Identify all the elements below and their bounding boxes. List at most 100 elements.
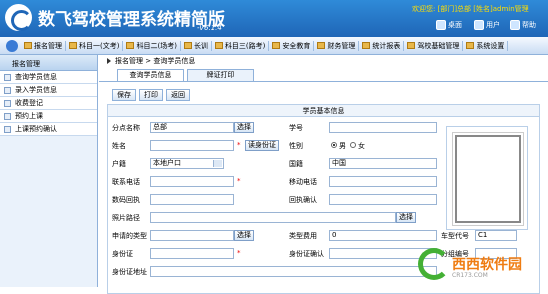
folder-icon: [272, 42, 281, 49]
car-code-label: 车型代号: [441, 232, 469, 240]
id-confirm-label: 身份证确认: [289, 250, 324, 258]
tab-print-license[interactable]: 牌证打印: [187, 69, 254, 81]
photo-placeholder: [452, 132, 524, 226]
page-icon: [4, 86, 11, 94]
user-info: 欢迎您: [部门]总部 [姓名]admin管理: [412, 5, 529, 13]
sidebar-title: 报名管理: [0, 55, 97, 71]
apply-type-field[interactable]: [150, 230, 234, 241]
back-button[interactable]: 返回: [166, 89, 190, 101]
sidebar-item-query[interactable]: 查询学员信息: [0, 71, 97, 84]
sidebar-item-entry[interactable]: 录入学员信息: [0, 84, 97, 97]
photo-path-label: 照片路径: [112, 214, 140, 222]
name-field[interactable]: [150, 140, 234, 151]
student-no-label: 学号: [289, 124, 303, 132]
mobile-field[interactable]: [329, 176, 437, 187]
help-link[interactable]: 帮助: [510, 20, 536, 30]
nav-item-subject1[interactable]: 科目一(文考): [66, 40, 124, 51]
receipt-confirm-field[interactable]: [329, 194, 437, 205]
watermark-logo: [418, 248, 450, 280]
photo-select-button[interactable]: 选择: [396, 212, 416, 223]
nav-item-settings[interactable]: 系统设置: [463, 40, 509, 51]
id-address-label: 身份证地址: [112, 268, 147, 276]
tab-query[interactable]: 查询学员信息: [117, 69, 184, 81]
app-version: -V6.1.4: [197, 24, 222, 32]
folder-icon: [407, 42, 416, 49]
mobile-label: 移动电话: [289, 178, 317, 186]
fee-type-field[interactable]: 0: [329, 230, 437, 241]
id-card-field[interactable]: [150, 248, 234, 259]
nav-item-finance[interactable]: 财务管理: [314, 40, 360, 51]
hukou-select[interactable]: 本地户口: [150, 158, 224, 169]
folder-icon: [24, 42, 32, 49]
nav-item-long-training[interactable]: 长训: [181, 40, 212, 51]
branch-field[interactable]: 总部: [150, 122, 234, 133]
id-address-field[interactable]: [150, 266, 437, 277]
nationality-field[interactable]: 中国: [329, 158, 437, 169]
sidebar-item-fee[interactable]: 收费登记: [0, 97, 97, 110]
folder-icon: [362, 42, 371, 49]
nationality-label: 国籍: [289, 160, 303, 168]
gender-female-label: 女: [358, 142, 365, 150]
sidebar: 报名管理 查询学员信息 录入学员信息 收费登记 预约上课 上课预约确认: [0, 55, 98, 287]
top-nav: 报名管理 科目一(文考) 科目二(场考) 长训 科目三(路考) 安全教育 财务管…: [0, 37, 548, 55]
phone-field[interactable]: [150, 176, 234, 187]
help-icon: [510, 20, 520, 30]
page-icon: [4, 112, 11, 120]
folder-icon: [466, 42, 475, 49]
folder-icon: [69, 42, 77, 49]
branch-select-button[interactable]: 选择: [234, 122, 254, 133]
folder-icon: [317, 42, 326, 49]
watermark: 西西软件园 CR173.COM: [418, 248, 522, 280]
watermark-brand: 西西软件园: [452, 257, 522, 273]
header-banner: 数飞驾校管理系统精简版 -V6.1.4 欢迎您: [部门]总部 [姓名]admi…: [0, 0, 548, 37]
nav-item-subject2[interactable]: 科目二(场考): [123, 40, 181, 51]
save-button[interactable]: 保存: [112, 89, 136, 101]
watermark-site: CR173.COM: [452, 272, 488, 279]
arrow-icon: [107, 58, 111, 64]
nav-item-safety[interactable]: 安全教育: [269, 40, 315, 51]
gear-icon: [6, 39, 18, 52]
folder-icon: [214, 42, 223, 49]
gender-male-radio[interactable]: [331, 142, 337, 148]
hukou-label: 户籍: [112, 160, 126, 168]
folder-icon: [126, 42, 135, 49]
desktop-link[interactable]: 桌面: [436, 20, 462, 30]
receipt-label: 数码回执: [112, 196, 140, 204]
branch-label: 分点名称: [112, 124, 140, 132]
apply-type-select-button[interactable]: 选择: [234, 230, 254, 241]
sidebar-item-confirm[interactable]: 上课预约确认: [0, 123, 97, 136]
print-button[interactable]: 打印: [139, 89, 163, 101]
gender-label: 性别: [289, 142, 303, 150]
gender-female-radio[interactable]: [350, 142, 356, 148]
user-link[interactable]: 用户: [474, 20, 500, 30]
required-mark: *: [237, 141, 241, 149]
tab-divider: [99, 81, 548, 82]
id-card-label: 身份证: [112, 250, 133, 258]
page-icon: [4, 73, 11, 81]
tab-bar: 查询学员信息 牌证打印: [117, 69, 257, 81]
sidebar-item-booking[interactable]: 预约上课: [0, 110, 97, 123]
folder-icon: [183, 42, 192, 49]
toolbar: 保存 打印 返回: [112, 89, 190, 101]
breadcrumb: 报名管理 > 查询学员信息: [99, 55, 548, 67]
receipt-confirm-label: 回执确认: [289, 196, 317, 204]
nav-item-basic[interactable]: 驾校基础管理: [404, 40, 464, 51]
required-mark: *: [237, 177, 241, 185]
nav-item-subject3[interactable]: 科目三(路考): [212, 40, 270, 51]
nav-item-enroll[interactable]: 报名管理: [21, 40, 66, 51]
user-icon: [474, 20, 484, 30]
fee-type-label: 类型费用: [289, 232, 317, 240]
form-title: 学员基本信息: [108, 105, 539, 117]
app-logo: [5, 4, 32, 31]
name-label: 姓名: [112, 142, 126, 150]
nav-item-reports[interactable]: 统计报表: [359, 40, 405, 51]
photo-path-field[interactable]: [150, 212, 396, 223]
apply-type-label: 申请的类型: [112, 232, 147, 240]
photo-box[interactable]: [446, 126, 528, 230]
phone-label: 联系电话: [112, 178, 140, 186]
read-id-card-button[interactable]: 读身份证: [245, 140, 279, 151]
receipt-field[interactable]: [150, 194, 234, 205]
car-code-field[interactable]: C1: [475, 230, 517, 241]
student-no-field[interactable]: [329, 122, 437, 133]
desktop-icon: [436, 20, 446, 30]
